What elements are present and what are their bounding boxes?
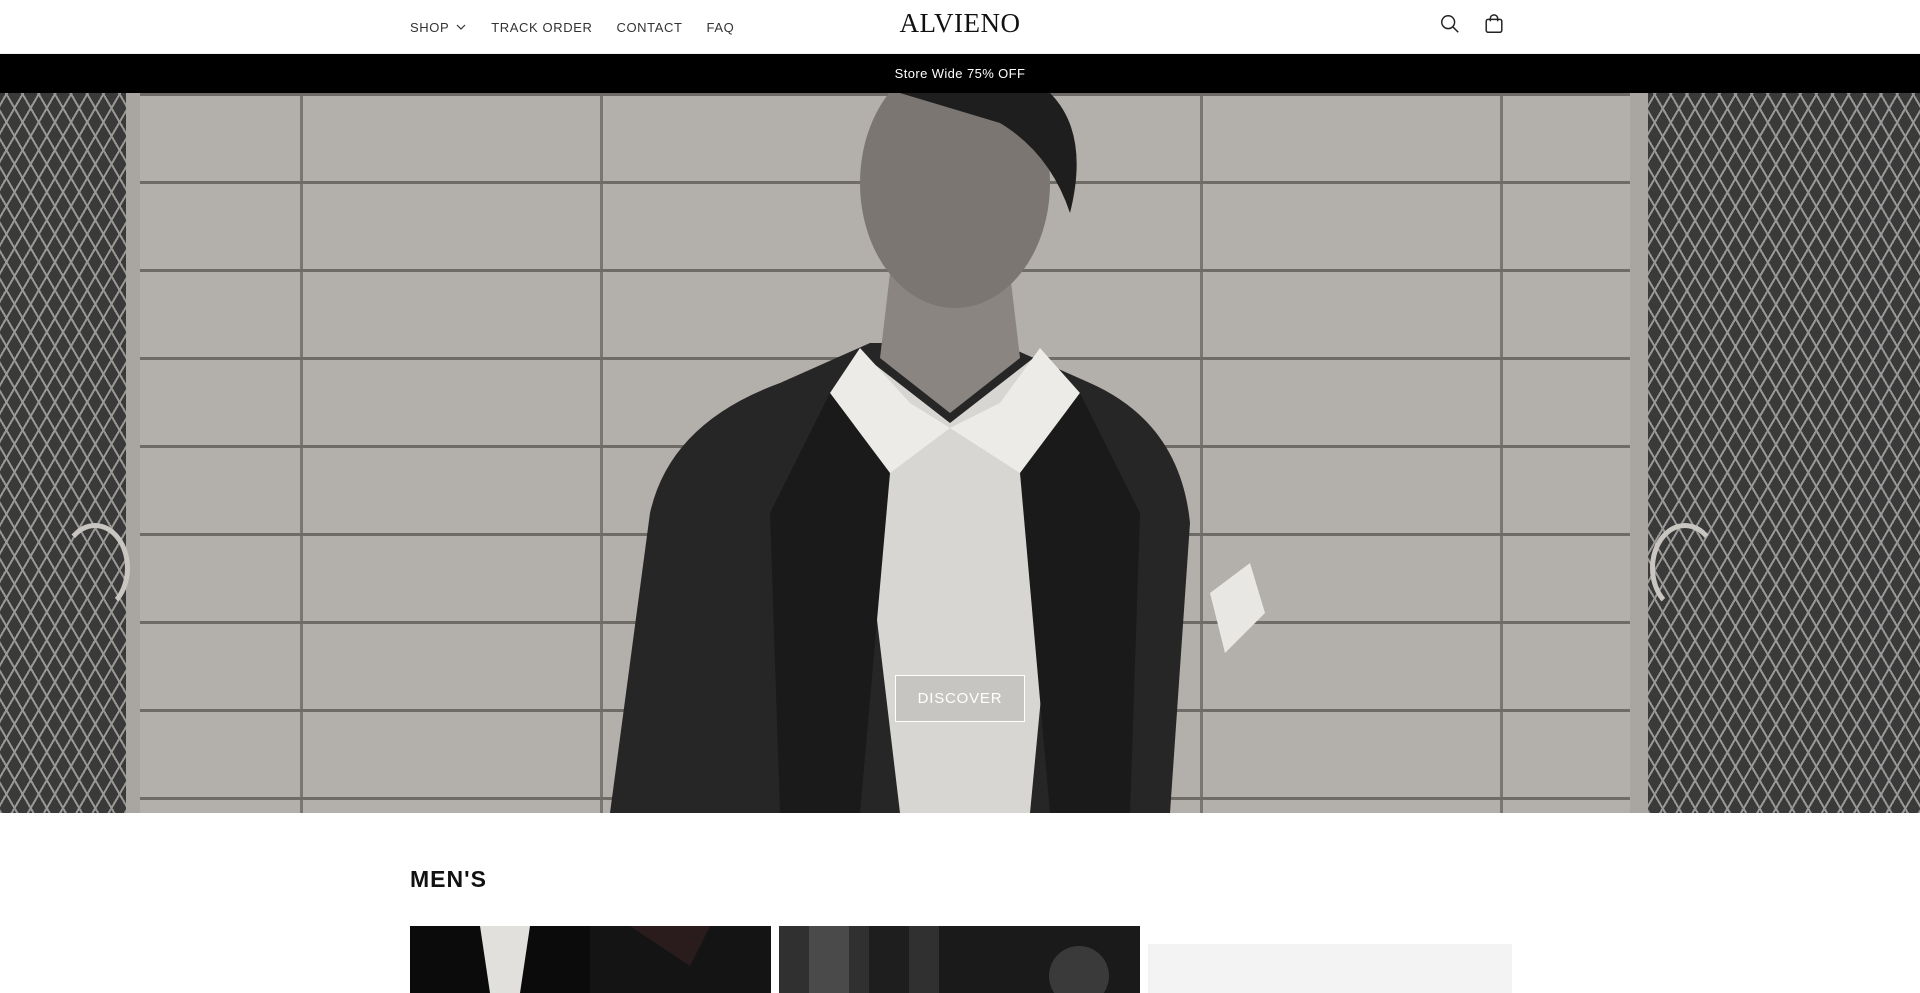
announcement-text: Store Wide 75% OFF (894, 66, 1026, 81)
search-icon (1441, 15, 1459, 33)
product-image (410, 926, 771, 993)
search-button[interactable] (1438, 12, 1462, 36)
cart-button[interactable] (1482, 12, 1506, 36)
main-nav: SHOP TRACK ORDER CONTACT FAQ (410, 0, 734, 54)
nav-faq[interactable]: FAQ (707, 20, 735, 35)
site-logo[interactable]: ALVIENO (900, 8, 1021, 38)
hero-banner: DISCOVER (0, 93, 1920, 813)
nav-contact-label: CONTACT (616, 19, 683, 35)
ironwork-scroll-right (1650, 523, 1720, 613)
discover-button[interactable]: DISCOVER (895, 675, 1025, 722)
chevron-down-icon (456, 24, 466, 30)
nav-track-order-label: TRACK ORDER (491, 19, 593, 35)
product-card[interactable] (410, 926, 771, 993)
header-icons (1438, 12, 1506, 36)
site-header: SHOP TRACK ORDER CONTACT FAQ ALVIENO (0, 0, 1920, 54)
nav-faq-label: FAQ (706, 19, 735, 35)
product-card[interactable] (779, 926, 1140, 993)
announcement-bar: Store Wide 75% OFF (0, 54, 1920, 93)
nav-shop[interactable]: SHOP (410, 20, 467, 35)
nav-shop-label: SHOP (410, 19, 450, 35)
nav-contact[interactable]: CONTACT (616, 20, 682, 35)
window-grate-right (1630, 93, 1920, 813)
ironwork-scroll-left (60, 523, 130, 613)
window-grate-left (0, 93, 140, 813)
collection-title: MEN'S (410, 866, 487, 892)
product-card[interactable] (1148, 944, 1512, 993)
discover-button-label: DISCOVER (917, 690, 1003, 707)
nav-track-order[interactable]: TRACK ORDER (491, 20, 592, 35)
cart-icon (1485, 14, 1503, 33)
product-image (779, 926, 1140, 993)
